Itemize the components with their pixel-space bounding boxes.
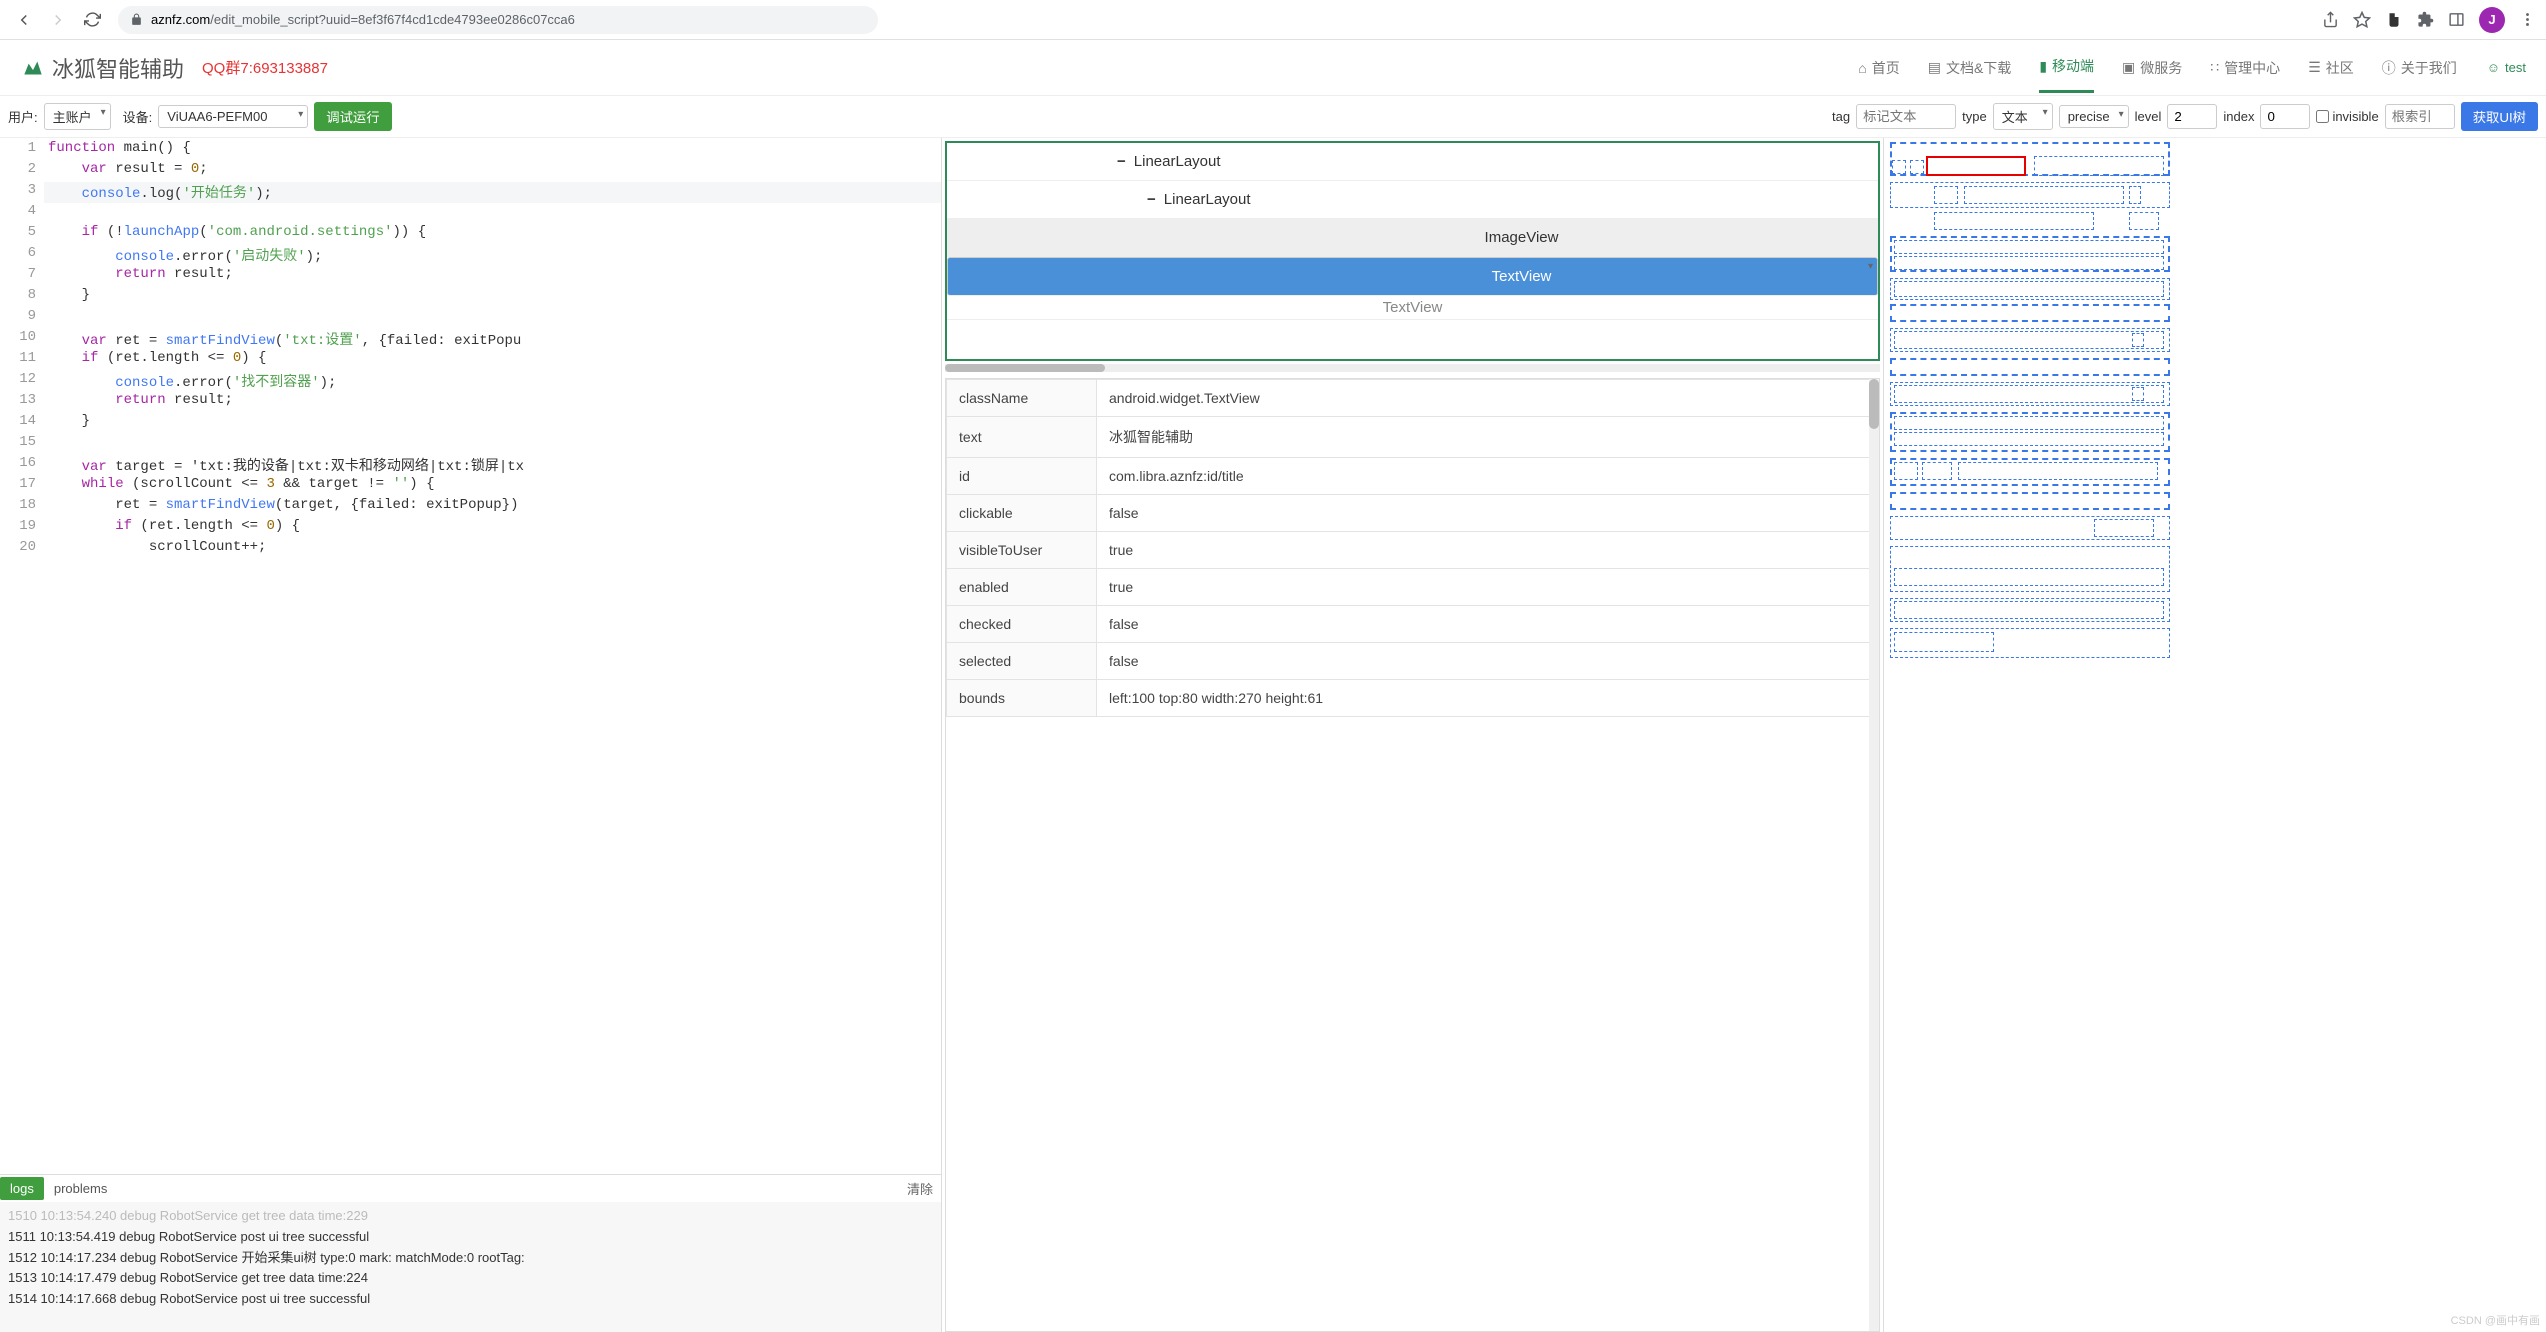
prop-key: text xyxy=(947,417,1097,458)
device-preview[interactable] xyxy=(1884,138,2546,1332)
invisible-label: invisible xyxy=(2332,109,2378,124)
nav-admin[interactable]: ∷管理中心 xyxy=(2210,42,2280,93)
service-icon: ▣ xyxy=(2122,59,2135,76)
precise-select[interactable]: precise xyxy=(2059,105,2129,128)
prop-value: com.libra.aznfz:id/title xyxy=(1097,458,1879,495)
tree-row[interactable]: TextView xyxy=(947,296,1878,320)
menu-icon[interactable] xyxy=(2519,11,2536,28)
prop-key: visibleToUser xyxy=(947,532,1097,569)
nav-home[interactable]: ⌂首页 xyxy=(1858,42,1899,93)
prop-key: enabled xyxy=(947,569,1097,606)
property-table[interactable]: classNameandroid.widget.TextViewtext冰狐智能… xyxy=(945,378,1880,1332)
home-icon: ⌂ xyxy=(1858,60,1866,76)
user-icon: ☺ xyxy=(2487,60,2500,75)
tree-hscroll[interactable] xyxy=(945,364,1880,372)
tree-row-selected[interactable]: TextView xyxy=(947,257,1878,296)
watermark: CSDN @画中有画 xyxy=(2451,1312,2540,1328)
tree-row[interactable]: −LinearLayout xyxy=(947,181,1878,219)
invisible-checkbox[interactable] xyxy=(2316,110,2329,123)
share-icon[interactable] xyxy=(2322,11,2339,28)
prop-value: 冰狐智能辅助 xyxy=(1097,417,1879,458)
browser-chrome: aznfz.com/edit_mobile_script?uuid=8ef3f6… xyxy=(0,0,2546,40)
tab-logs[interactable]: logs xyxy=(0,1177,44,1200)
collapse-icon[interactable]: − xyxy=(1147,191,1156,208)
device-select[interactable]: ViUAA6-PEFM00 xyxy=(158,105,308,128)
back-button[interactable] xyxy=(10,6,38,34)
prop-key: checked xyxy=(947,606,1097,643)
prop-key: selected xyxy=(947,643,1097,680)
code-editor[interactable]: 1234567891011121314151617181920 function… xyxy=(0,138,941,1174)
info-icon: ⓘ xyxy=(2382,58,2396,78)
lock-icon xyxy=(130,13,143,26)
profile-avatar[interactable]: J xyxy=(2479,7,2505,33)
address-bar[interactable]: aznfz.com/edit_mobile_script?uuid=8ef3f6… xyxy=(118,6,878,34)
top-nav: 冰狐智能辅助 QQ群7:693133887 ⌂首页 ▤文档&下载 ▮移动端 ▣微… xyxy=(0,40,2546,96)
chat-icon: ☰ xyxy=(2308,59,2321,76)
type-select[interactable]: 文本 xyxy=(1993,103,2053,130)
nav-micro[interactable]: ▣微服务 xyxy=(2122,42,2182,93)
user-select[interactable]: 主账户 xyxy=(44,103,111,130)
type-label: type xyxy=(1962,109,1987,124)
reload-button[interactable] xyxy=(78,6,106,34)
evernote-icon[interactable] xyxy=(2385,11,2403,29)
index-input[interactable] xyxy=(2260,104,2310,129)
brand-logo-icon xyxy=(20,55,46,81)
nav-docs[interactable]: ▤文档&下载 xyxy=(1928,42,2012,93)
doc-icon: ▤ xyxy=(1928,59,1941,76)
fetch-tree-button[interactable]: 获取UI树 xyxy=(2461,102,2538,131)
device-label: 设备: xyxy=(123,107,153,126)
prop-value: true xyxy=(1097,569,1879,606)
brand-name: 冰狐智能辅助 xyxy=(52,52,184,84)
user-label: 用户: xyxy=(8,107,38,126)
nav-community[interactable]: ☰社区 xyxy=(2308,42,2354,93)
tree-row[interactable]: −LinearLayout xyxy=(947,143,1878,181)
prop-value: false xyxy=(1097,606,1879,643)
level-label: level xyxy=(2135,109,2162,124)
tag-input[interactable] xyxy=(1856,104,1956,129)
prop-key: id xyxy=(947,458,1097,495)
index-label: index xyxy=(2223,109,2254,124)
log-output[interactable]: 1510 10:13:54.240 debug RobotService get… xyxy=(0,1202,941,1332)
panel-icon[interactable] xyxy=(2448,11,2465,28)
tag-label: tag xyxy=(1832,109,1850,124)
code-body[interactable]: function main() { var result = 0; consol… xyxy=(44,138,941,1174)
prop-value: true xyxy=(1097,532,1879,569)
line-gutter: 1234567891011121314151617181920 xyxy=(0,138,44,1174)
prop-key: clickable xyxy=(947,495,1097,532)
toolbar: 用户: 主账户 设备: ViUAA6-PEFM00 调试运行 tag type … xyxy=(0,96,2546,138)
prop-value: left:100 top:80 width:270 height:61 xyxy=(1097,680,1879,717)
level-input[interactable] xyxy=(2167,104,2217,129)
grid-icon: ∷ xyxy=(2210,59,2219,76)
nav-mobile[interactable]: ▮移动端 xyxy=(2039,42,2094,93)
brand-group: QQ群7:693133887 xyxy=(202,57,328,78)
user-menu[interactable]: ☺ test xyxy=(2487,60,2526,75)
user-name-label: test xyxy=(2505,60,2526,75)
forward-button[interactable] xyxy=(44,6,72,34)
root-input[interactable] xyxy=(2385,104,2455,129)
run-button[interactable]: 调试运行 xyxy=(314,102,391,131)
prop-key: className xyxy=(947,380,1097,417)
tab-problems[interactable]: problems xyxy=(44,1177,117,1200)
log-tabs: logs problems 清除 xyxy=(0,1174,941,1202)
mobile-icon: ▮ xyxy=(2039,58,2047,75)
collapse-icon[interactable]: − xyxy=(1117,153,1126,170)
props-vscroll[interactable] xyxy=(1869,379,1879,1331)
extensions-icon[interactable] xyxy=(2417,11,2434,28)
prop-value: false xyxy=(1097,495,1879,532)
star-icon[interactable] xyxy=(2353,11,2371,29)
prop-value: false xyxy=(1097,643,1879,680)
prop-key: bounds xyxy=(947,680,1097,717)
tree-row[interactable]: ImageView xyxy=(947,219,1878,257)
url-text: aznfz.com/edit_mobile_script?uuid=8ef3f6… xyxy=(151,12,866,27)
nav-about[interactable]: ⓘ关于我们 xyxy=(2382,42,2457,93)
prop-value: android.widget.TextView xyxy=(1097,380,1879,417)
ui-tree-pane[interactable]: −LinearLayout −LinearLayout ImageView Te… xyxy=(945,141,1880,361)
clear-logs-button[interactable]: 清除 xyxy=(899,1175,941,1202)
